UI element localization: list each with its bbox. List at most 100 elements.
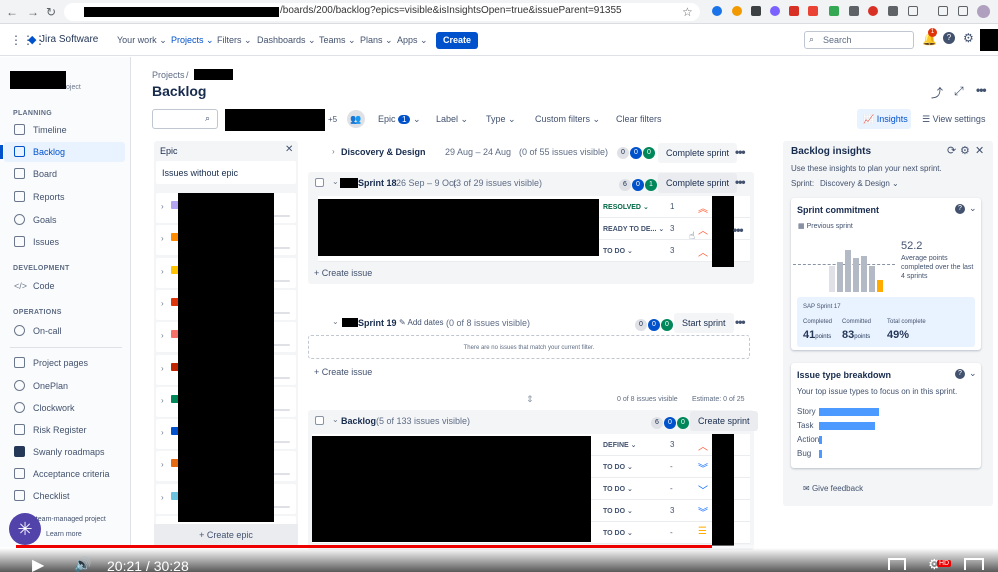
- play-icon[interactable]: ▶: [32, 555, 44, 572]
- extension-icon[interactable]: [770, 6, 780, 16]
- sidepanel-icon[interactable]: [958, 6, 968, 16]
- status-dropdown[interactable]: DEFINE ⌄: [603, 441, 636, 449]
- chevron-right-icon[interactable]: ›: [161, 460, 164, 469]
- chevron-right-icon[interactable]: ›: [161, 202, 164, 211]
- nav-apps[interactable]: Apps ⌄: [397, 35, 428, 46]
- chevron-right-icon[interactable]: ›: [332, 147, 335, 156]
- chevron-right-icon[interactable]: ›: [161, 364, 164, 373]
- sidebar-item-acceptance[interactable]: Acceptance criteria: [4, 464, 125, 484]
- extension-icon[interactable]: [751, 6, 761, 16]
- sidebar-item-reports[interactable]: Reports: [4, 187, 125, 207]
- search-input[interactable]: Search: [804, 31, 914, 49]
- create-issue-button[interactable]: + Create issue: [314, 367, 372, 377]
- sidebar-item-project-pages[interactable]: Project pages: [4, 353, 125, 373]
- add-dates-button[interactable]: ✎ Add dates: [399, 318, 444, 327]
- extension-icon[interactable]: [829, 6, 839, 16]
- sidebar-item-goals[interactable]: Goals: [4, 210, 125, 230]
- assistant-icon[interactable]: ✳: [9, 513, 41, 545]
- start-sprint-button[interactable]: Start sprint: [674, 313, 734, 333]
- captions-icon[interactable]: [888, 558, 906, 570]
- chevron-right-icon[interactable]: ›: [161, 493, 164, 502]
- close-icon[interactable]: ✕: [285, 144, 293, 155]
- create-issue-button[interactable]: + Create issue: [314, 268, 372, 278]
- sidebar-item-backlog[interactable]: Backlog: [4, 142, 125, 162]
- video-track[interactable]: [712, 545, 982, 548]
- volume-icon[interactable]: 🔊: [74, 556, 91, 572]
- sprint-more-icon[interactable]: •••: [735, 145, 746, 159]
- breadcrumb-projects[interactable]: Projects: [152, 70, 185, 80]
- nav-filters[interactable]: Filters ⌄: [217, 35, 252, 46]
- sprint-more-icon[interactable]: •••: [735, 175, 746, 189]
- status-dropdown[interactable]: TO DO ⌄: [603, 485, 633, 493]
- fullscreen-icon[interactable]: ⤢: [954, 84, 964, 99]
- reload-icon[interactable]: ↻: [46, 5, 56, 19]
- settings-gear-icon[interactable]: ⚙: [960, 144, 970, 157]
- nav-dashboards[interactable]: Dashboards ⌄: [257, 35, 316, 46]
- sidebar-item-code[interactable]: </> Code: [4, 276, 125, 296]
- back-icon[interactable]: ←: [6, 5, 18, 19]
- drag-handle-icon[interactable]: ⇕: [526, 394, 534, 405]
- sidebar-item-oneplan[interactable]: OnePlan: [4, 376, 125, 396]
- extension-icon[interactable]: [732, 6, 742, 16]
- add-people-icon[interactable]: 👥: [347, 110, 365, 128]
- status-dropdown[interactable]: TO DO ⌄: [603, 463, 633, 471]
- complete-sprint-button[interactable]: Complete sprint: [658, 173, 738, 193]
- view-settings-button[interactable]: ☰ View settings: [922, 114, 985, 125]
- close-icon[interactable]: ✕: [975, 144, 984, 157]
- help-icon[interactable]: ?: [955, 204, 965, 214]
- nav-plans[interactable]: Plans ⌄: [360, 35, 393, 46]
- complete-sprint-button[interactable]: Complete sprint: [658, 143, 738, 163]
- chevron-down-icon[interactable]: ⌄: [332, 415, 339, 424]
- sidebar-item-swanly[interactable]: Swanly roadmaps: [4, 442, 125, 462]
- chevron-right-icon[interactable]: ›: [161, 428, 164, 437]
- backlog-checkbox[interactable]: [315, 416, 324, 425]
- custom-filters[interactable]: Custom filters ⌄: [535, 114, 600, 125]
- extension-icon[interactable]: [849, 6, 859, 16]
- type-filter[interactable]: Type ⌄: [486, 114, 516, 125]
- nav-projects[interactable]: Projects ⌄: [171, 35, 214, 46]
- extension-icon[interactable]: [888, 6, 898, 16]
- sidebar-item-board[interactable]: Board: [4, 164, 125, 184]
- chevron-down-icon[interactable]: ⌄: [332, 177, 339, 186]
- chevron-right-icon[interactable]: ›: [161, 234, 164, 243]
- status-dropdown[interactable]: RESOLVED ⌄: [603, 203, 649, 211]
- jira-logo-icon[interactable]: ◆: [28, 33, 36, 46]
- status-dropdown[interactable]: TO DO ⌄: [603, 507, 633, 515]
- clear-filters-button[interactable]: Clear filters: [616, 114, 662, 124]
- video-progress[interactable]: [16, 545, 712, 548]
- sprint-checkbox[interactable]: [315, 178, 324, 187]
- extension-icon[interactable]: [868, 6, 878, 16]
- chevron-right-icon[interactable]: ›: [161, 331, 164, 340]
- sidebar-item-timeline[interactable]: Timeline: [4, 120, 125, 140]
- create-button[interactable]: Create: [436, 32, 479, 49]
- extension-icon[interactable]: [712, 6, 722, 16]
- create-epic-button[interactable]: + Create epic: [154, 524, 298, 546]
- sidebar-item-issues[interactable]: Issues: [4, 232, 125, 252]
- sidebar-item-risk-register[interactable]: Risk Register: [4, 420, 125, 440]
- sidebar-item-oncall[interactable]: On-call: [4, 321, 125, 341]
- more-icon[interactable]: •••: [976, 83, 987, 97]
- settings-gear-icon[interactable]: ⚙: [963, 31, 974, 45]
- sidebar-item-clockwork[interactable]: Clockwork: [4, 398, 125, 418]
- give-feedback-link[interactable]: ✉ Give feedback: [803, 484, 863, 493]
- sprint-selector[interactable]: Discovery & Design ⌄: [820, 179, 899, 188]
- insights-button[interactable]: 📈 Insights: [857, 109, 911, 129]
- label-filter[interactable]: Label ⌄: [436, 114, 468, 125]
- chevron-down-icon[interactable]: ⌄: [969, 203, 977, 214]
- refresh-icon[interactable]: ⟳: [947, 144, 956, 157]
- learn-more-link[interactable]: Learn more: [46, 531, 82, 538]
- chevron-right-icon[interactable]: ›: [161, 267, 164, 276]
- bookmark-star-icon[interactable]: ☆: [682, 5, 693, 19]
- forward-icon[interactable]: →: [27, 5, 39, 19]
- status-dropdown[interactable]: TO DO ⌄: [603, 247, 633, 255]
- help-icon[interactable]: ?: [955, 369, 965, 379]
- issue-more-icon[interactable]: •••: [733, 223, 744, 237]
- nav-your-work[interactable]: Your work ⌄: [117, 35, 167, 46]
- status-dropdown[interactable]: READY TO DE... ⌄: [603, 225, 664, 233]
- chevron-down-icon[interactable]: ⌄: [332, 317, 339, 326]
- chevron-right-icon[interactable]: ›: [161, 299, 164, 308]
- miniplayer-icon[interactable]: [964, 558, 984, 570]
- nav-teams[interactable]: Teams ⌄: [319, 35, 356, 46]
- share-icon[interactable]: ⤴: [931, 84, 943, 101]
- puzzle-icon[interactable]: [908, 6, 918, 16]
